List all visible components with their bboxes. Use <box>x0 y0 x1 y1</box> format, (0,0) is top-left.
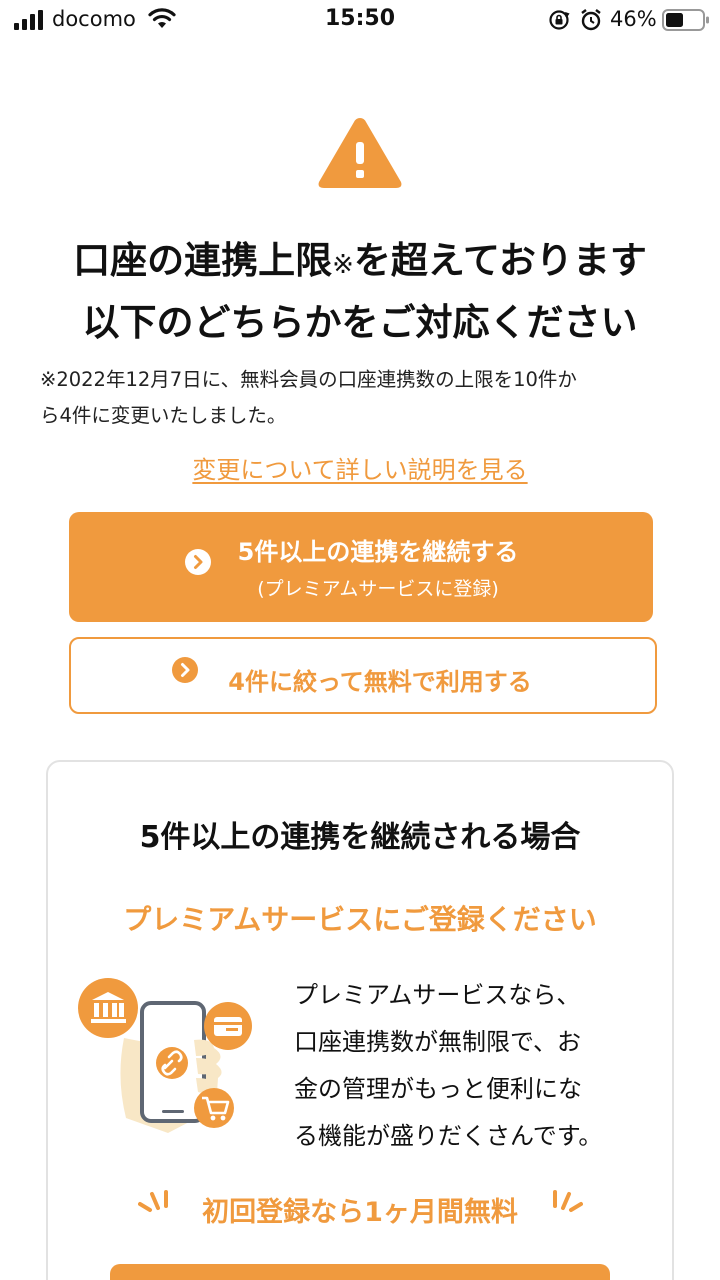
free-trial-campaign: 初回登録なら1ヶ月間無料 <box>202 1197 518 1228</box>
continue-premium-button[interactable]: 5件以上の連携を継続する (プレミアムサービスに登録) <box>69 512 653 622</box>
alarm-icon <box>581 9 601 31</box>
premium-illustration <box>78 978 252 1133</box>
change-note: ※2022年12月7日に、無料会員の口座連携数の上限を10件か ら4件に変更いた… <box>40 362 690 434</box>
warning-icon <box>318 118 402 188</box>
card-body-line: 口座連携数が無制限で、お <box>294 1028 582 1056</box>
link-icon <box>156 1047 188 1079</box>
use-free-button[interactable]: 4件に絞って無料で利用する <box>69 637 657 714</box>
free-button-label: 4件に絞って無料で利用する <box>228 668 532 696</box>
headline-part: を超えております <box>353 239 647 282</box>
chevron-right-icon <box>185 549 211 575</box>
battery-icon <box>662 9 709 31</box>
battery-percent: 46% <box>610 7 657 31</box>
change-details-link[interactable]: 変更について詳しい説明を見る <box>0 450 720 485</box>
sparkle-right-icon <box>553 1190 583 1212</box>
cart-icon <box>194 1088 234 1128</box>
card-body-line: 金の管理がもっと便利にな <box>294 1075 582 1103</box>
card-body-line: る機能が盛りだくさんです。 <box>294 1122 603 1150</box>
register-premium-button[interactable] <box>110 1264 610 1280</box>
headline-note-mark: ※ <box>332 250 354 280</box>
card-title: 5件以上の連携を継続される場合 <box>139 820 581 855</box>
note-line: ※2022年12月7日に、無料会員の口座連携数の上限を10件か <box>40 368 577 391</box>
premium-button-label: 5件以上の連携を継続する <box>237 538 519 566</box>
orientation-lock-icon <box>549 10 570 30</box>
note-line: ら4件に変更いたしました。 <box>40 404 287 427</box>
card-subtitle: プレミアムサービスにご登録ください <box>123 903 597 936</box>
headline: 口座の連携上限※を超えております 以下のどちらかをご対応ください <box>0 232 720 352</box>
headline-part: 口座の連携上限 <box>73 239 333 282</box>
premium-button-sublabel: (プレミアムサービスに登録) <box>257 578 499 600</box>
card-body-line: プレミアムサービスなら、 <box>294 981 581 1009</box>
chevron-right-icon <box>172 657 198 683</box>
status-bar: docomo 15:50 46% <box>0 0 720 40</box>
card-body: プレミアムサービスなら、 口座連携数が無制限で、お 金の管理がもっと便利にな る… <box>294 972 644 1160</box>
headline-line-2: 以下のどちらかをご対応ください <box>82 301 638 344</box>
headline-line-1: 口座の連携上限※を超えております <box>0 232 720 294</box>
